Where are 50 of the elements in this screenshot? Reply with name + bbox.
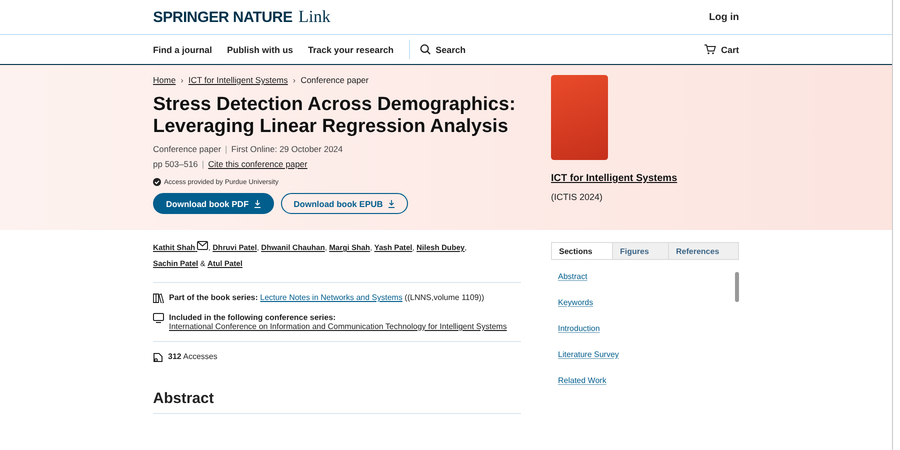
- book-cover-placeholder[interactable]: [551, 75, 608, 160]
- sidebar-tab[interactable]: References: [669, 243, 738, 259]
- cart-icon: [704, 44, 716, 55]
- search-button[interactable]: Search: [408, 40, 466, 59]
- section-link[interactable]: Related Work: [558, 376, 606, 385]
- article-title: Stress Detection Across Demographics: Leveraging Linear Regression Analysis: [153, 94, 517, 138]
- springer-nature-link-logo[interactable]: SPRINGER NATURE Link: [153, 7, 331, 27]
- download-button[interactable]: Download book PDF: [153, 193, 274, 214]
- scrollbar-thumb[interactable]: [735, 272, 739, 302]
- content-type: Conference paper: [153, 144, 222, 154]
- breadcrumb-separator: ›: [180, 76, 184, 84]
- series-volume: ((LNNS,volume 1109)): [404, 293, 484, 302]
- sidebar-tab[interactable]: Sections: [552, 243, 613, 259]
- section-heading: Abstract: [153, 390, 521, 414]
- nav-link[interactable]: Publish with us: [227, 44, 294, 54]
- breadcrumb-link[interactable]: ICT for Intelligent Systems: [188, 75, 288, 85]
- meta-separator: |: [225, 144, 228, 154]
- access-count: 312: [168, 352, 182, 361]
- login-link[interactable]: Log in: [709, 12, 739, 22]
- breadcrumb-link[interactable]: Home: [153, 75, 176, 85]
- page-range: pp 503–516: [153, 159, 198, 169]
- sidebar-tab[interactable]: Figures: [613, 243, 669, 259]
- book-title-link[interactable]: ICT for Intelligent Systems: [551, 173, 678, 184]
- nav-link[interactable]: Find a journal: [153, 44, 212, 54]
- section-link[interactable]: Literature Survey: [558, 350, 619, 359]
- section-link[interactable]: Introduction: [558, 324, 600, 333]
- download-button[interactable]: Download book EPUB: [280, 193, 408, 214]
- email-icon[interactable]: [197, 241, 208, 250]
- cite-link[interactable]: Cite this conference paper: [208, 159, 308, 169]
- access-label: Accesses: [183, 352, 218, 361]
- conference-link[interactable]: International Conference on Information and Communication Technology for Intelligent Systems: [169, 322, 507, 331]
- download-count-icon: [153, 352, 163, 362]
- check-icon: [153, 178, 161, 186]
- series-label: Part of the book series:: [169, 293, 258, 302]
- section-link[interactable]: Abstract: [558, 272, 588, 281]
- meta-separator: |: [202, 159, 204, 169]
- conference-label: Included in the following conference series:: [169, 313, 336, 322]
- section-link[interactable]: Keywords: [558, 298, 594, 307]
- download-icon: [254, 200, 261, 208]
- monitor-icon: [153, 313, 164, 323]
- publication-date: First Online: 29 October 2024: [231, 144, 343, 154]
- page-type-label: Conference paper: [300, 75, 369, 85]
- books-icon: [153, 293, 164, 303]
- cart-button[interactable]: Cart: [704, 44, 739, 55]
- download-icon: [388, 200, 395, 208]
- nav-link[interactable]: Track your research: [308, 44, 394, 54]
- series-link[interactable]: Lecture Notes in Networks and Systems: [260, 293, 402, 302]
- book-conference: (ICTIS 2024): [551, 192, 604, 202]
- breadcrumb-separator: ›: [292, 76, 296, 84]
- search-icon: [420, 44, 431, 55]
